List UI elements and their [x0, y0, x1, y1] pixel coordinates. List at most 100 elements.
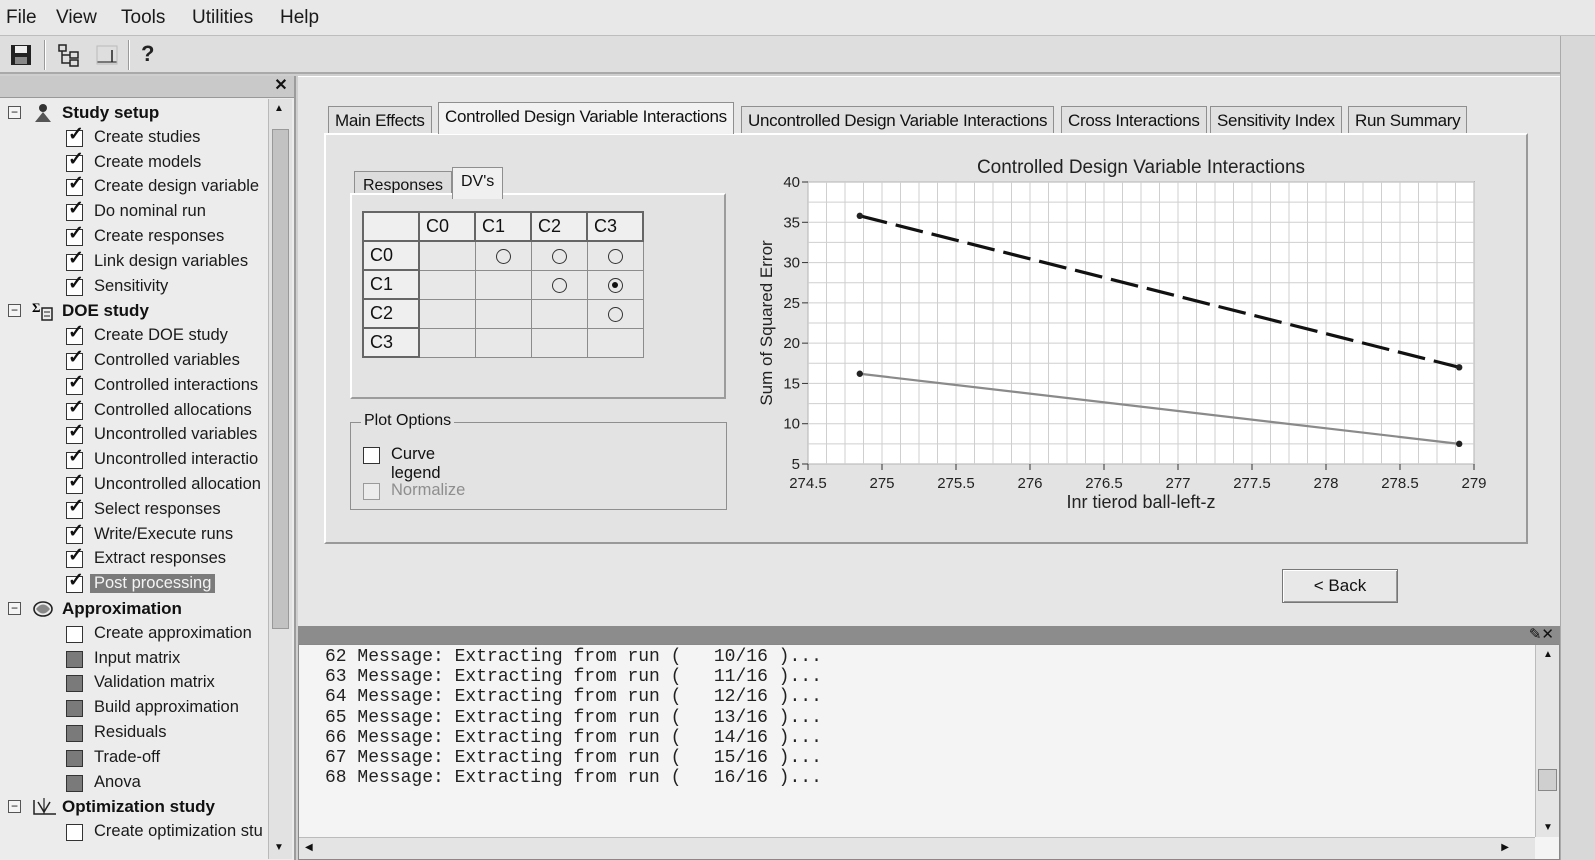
y-tick-label: 5: [792, 456, 800, 473]
subtab-dvs[interactable]: DV's: [452, 167, 504, 199]
tab-0[interactable]: Main Effects: [328, 106, 432, 134]
back-button[interactable]: < Back: [1282, 569, 1398, 603]
tree-view-button[interactable]: [54, 40, 84, 70]
pin-close-icon[interactable]: ✎✕: [1529, 625, 1554, 643]
menu-help[interactable]: Help: [280, 7, 319, 29]
tab-3[interactable]: Cross Interactions: [1061, 106, 1207, 134]
matrix-cell[interactable]: [586, 298, 644, 329]
tree-item[interactable]: ✓ Sensitivity: [0, 273, 266, 299]
tree-item[interactable]: ✓ Controlled variables: [0, 347, 266, 373]
scroll-left-icon[interactable]: ◀: [305, 842, 313, 853]
tree-group-row[interactable]: − Optimization study: [0, 795, 266, 819]
doe-study-icon: Σ: [32, 300, 54, 322]
menu-view[interactable]: View: [56, 7, 97, 29]
y-tick-label: 20: [783, 335, 800, 352]
tree-item[interactable]: ✓ Controlled allocations: [0, 396, 266, 423]
tree-item[interactable]: ✓ Uncontrolled interactio: [0, 446, 266, 472]
tree-group-row[interactable]: − Study setup: [0, 101, 266, 125]
tree-item[interactable]: ✓ Post processing: [0, 570, 266, 596]
tab-1[interactable]: Controlled Design Variable Interactions: [438, 102, 734, 134]
close-icon[interactable]: ✕: [272, 77, 290, 95]
menu-utilities[interactable]: Utilities: [192, 7, 253, 29]
radio-button[interactable]: [607, 306, 623, 322]
tree-group-row[interactable]: − Σ DOE study: [0, 299, 266, 323]
message-horizontal-scrollbar[interactable]: ◀ ▶: [299, 837, 1535, 859]
checked-box-icon: ✓: [66, 446, 84, 470]
scroll-up-icon[interactable]: ▲: [1543, 649, 1553, 660]
curve-legend-checkbox[interactable]: [363, 447, 380, 464]
optimization-icon: [32, 796, 56, 818]
dv-interaction-matrix-frame: C0 C1 C2 C3 C0 C1 C2 C3: [350, 193, 726, 399]
tree-item[interactable]: Build approximation: [0, 696, 266, 720]
menu-file[interactable]: File: [6, 7, 37, 29]
svg-text:?: ?: [141, 41, 154, 66]
matrix-column-header: C2: [530, 211, 588, 242]
tree-item[interactable]: ✓ Do nominal run: [0, 198, 266, 224]
graph-button[interactable]: [92, 40, 122, 70]
plot-options-group: Plot Options Curve legend Normalize: [350, 412, 727, 510]
checkmark-icon: ✓: [68, 446, 84, 468]
tree-item[interactable]: ✓ Create studies: [0, 124, 266, 150]
tree-item[interactable]: Validation matrix: [0, 671, 266, 695]
tree-item[interactable]: ✓ Uncontrolled allocation: [0, 471, 266, 497]
save-button[interactable]: [6, 40, 36, 70]
toolbar-separator: [128, 40, 130, 70]
tree-item[interactable]: Trade-off: [0, 746, 266, 770]
tab-4[interactable]: Sensitivity Index: [1210, 106, 1342, 134]
menu-tools[interactable]: Tools: [121, 7, 165, 29]
checkmark-icon: ✓: [68, 247, 84, 269]
tree-item[interactable]: ✓ Create models: [0, 149, 266, 175]
scroll-up-icon[interactable]: ▲: [274, 103, 284, 114]
collapse-icon[interactable]: −: [8, 304, 21, 318]
tree-item[interactable]: ✓ Create DOE study: [0, 322, 266, 348]
matrix-cell[interactable]: [530, 240, 588, 271]
checkmark-icon: ✓: [68, 396, 84, 418]
matrix-row: C0: [362, 240, 644, 271]
scroll-down-icon[interactable]: ▼: [1543, 822, 1553, 833]
matrix-row: C2: [362, 298, 644, 329]
tree-item[interactable]: ✓ Link design variables: [0, 247, 266, 274]
tree-item[interactable]: ✓ Controlled interactions: [0, 372, 266, 398]
tree-item[interactable]: Create approximation: [0, 622, 266, 646]
tree-item[interactable]: ✓ Uncontrolled variables: [0, 421, 266, 447]
radio-button[interactable]: [495, 249, 511, 264]
matrix-cell[interactable]: [586, 240, 644, 271]
tree-item[interactable]: ✓ Select responses: [0, 496, 266, 522]
collapse-icon[interactable]: −: [8, 106, 21, 119]
help-button[interactable]: ?: [134, 40, 164, 70]
tree-vertical-scrollbar[interactable]: ▲ ▼: [268, 99, 292, 859]
tab-2[interactable]: Uncontrolled Design Variable Interaction…: [741, 106, 1055, 134]
scroll-down-icon[interactable]: ▼: [274, 842, 284, 853]
tree-item[interactable]: Anova: [0, 771, 266, 795]
message-scrollbar-thumb[interactable]: [1538, 769, 1557, 791]
save-icon: [11, 45, 31, 65]
tree-item[interactable]: ✓ Create design variable: [0, 173, 266, 199]
x-tick-label: 278.5: [1381, 475, 1419, 492]
matrix-row: C3: [362, 327, 644, 358]
tree-item[interactable]: Create optimization stu: [0, 820, 266, 844]
radio-selected[interactable]: [607, 277, 623, 293]
tree-group-row[interactable]: − Approximation: [0, 597, 266, 621]
tree-item[interactable]: Input matrix: [0, 647, 266, 671]
message-line: 66 Message: Extracting from run ( 14/16 …: [325, 727, 822, 748]
tree-item[interactable]: ✓ Write/Execute runs: [0, 521, 266, 547]
chart-title: Controlled Design Variable Interactions: [977, 157, 1305, 178]
matrix-cell[interactable]: [586, 269, 644, 300]
tree-item[interactable]: Residuals: [0, 721, 266, 745]
matrix-cell: [418, 269, 476, 300]
tab-5[interactable]: Run Summary: [1348, 106, 1468, 134]
collapse-icon[interactable]: −: [8, 602, 21, 615]
x-tick-label: 276: [1017, 475, 1042, 492]
collapse-icon[interactable]: −: [8, 800, 21, 814]
radio-button[interactable]: [551, 277, 567, 293]
matrix-cell[interactable]: [474, 240, 532, 271]
message-vertical-scrollbar[interactable]: ▲ ▼: [1535, 645, 1559, 837]
tree-scrollbar-thumb[interactable]: [272, 129, 289, 629]
radio-button[interactable]: [551, 249, 567, 264]
tree-item[interactable]: ✓ Create responses: [0, 223, 266, 249]
scroll-right-icon[interactable]: ▶: [1501, 842, 1509, 853]
radio-button[interactable]: [607, 249, 623, 264]
tree-item[interactable]: ✓ Extract responses: [0, 545, 266, 571]
matrix-cell[interactable]: [530, 269, 588, 300]
tree-item-label: Do nominal run: [94, 202, 206, 221]
